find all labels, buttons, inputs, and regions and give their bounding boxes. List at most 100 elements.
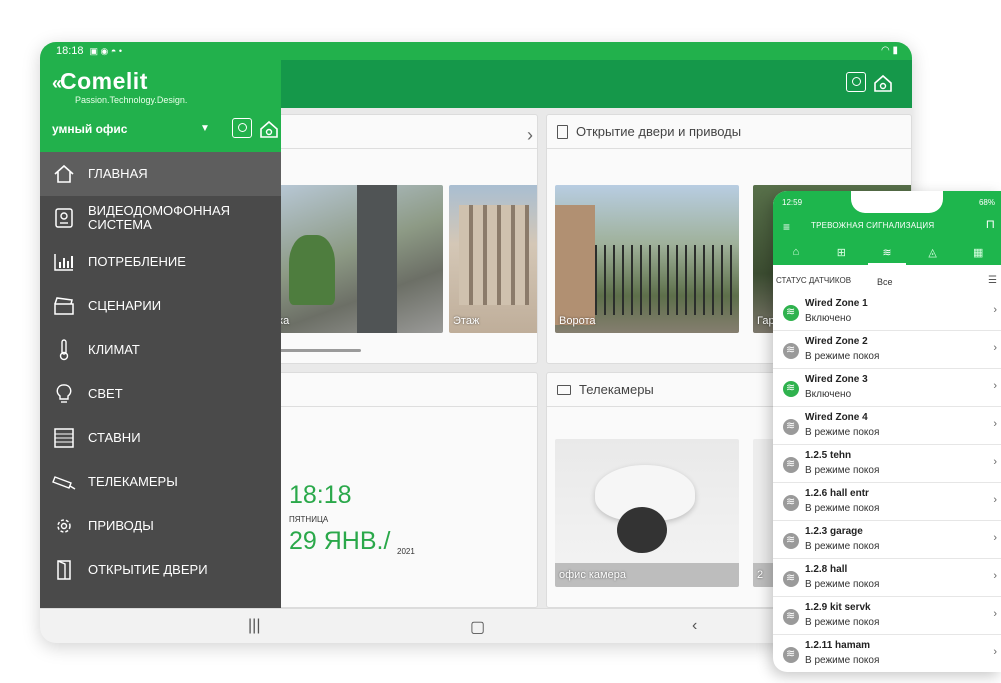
phone-screen: 12:59 68% ≡ ТРЕВОЖНАЯ СИГНАЛИЗАЦИЯ ⊓ ⌂ ⊞… [773,191,1001,672]
tab-grid-icon[interactable]: ⊞ [819,239,865,265]
zone-state: Включено [805,313,852,324]
tab-sensor-icon[interactable]: ≋ [864,239,910,265]
zone-row[interactable]: Wired Zone 1 Включено › [773,293,1001,331]
chevron-right-icon[interactable]: › [993,494,997,506]
zone-name: Wired Zone 3 [805,374,868,385]
drawer-item-drives[interactable]: ПРИВОДЫ [40,504,281,548]
intercom-icon [52,206,76,230]
tab-bell-icon[interactable]: ◬ [910,239,956,265]
camera-icon [557,384,571,395]
sensor-status-icon [783,495,799,511]
stage: 18:18 ▣ ◉ ◓ • ◠ ▮ › тка Этаж Открытие дв… [0,0,1001,683]
drawer-item-consumption[interactable]: ПОТРЕБЛЕНИЕ [40,240,281,284]
house-settings-icon[interactable] [872,72,894,94]
zone-name: Wired Zone 2 [805,336,868,347]
thumb-gate[interactable]: Ворота [555,185,739,333]
sensor-status-icon [783,381,799,397]
intercom-icon[interactable] [846,72,866,92]
chevron-right-icon[interactable]: › [993,342,997,354]
zone-name: 1.2.9 kit servk [805,602,871,613]
drawer-item-intercom[interactable]: ВИДЕОДОМОФОННАЯ СИСТЕМА [40,196,281,240]
zone-row[interactable]: 1.2.6 hall entr В режиме покоя › [773,483,1001,521]
drawer-item-home[interactable]: ГЛАВНАЯ [40,152,281,196]
phone-tabs: ⌂ ⊞ ≋ ◬ ▦ [773,239,1001,265]
zone-row[interactable]: 1.2.3 garage В режиме покоя › [773,521,1001,559]
zone-name: 1.2.6 hall entr [805,488,869,499]
clock-weekday: ПЯТНИЦА [289,515,329,524]
thumb-label: 2 [757,569,764,581]
thumb-floor[interactable]: Этаж [449,185,537,333]
drawer-item-light[interactable]: СВЕТ [40,372,281,416]
chevron-right-icon[interactable]: › [993,532,997,544]
wifi-battery-icon: ◠ ▮ [880,45,898,56]
tab-calendar-icon[interactable]: ▦ [955,239,1001,265]
filter-icon[interactable]: ☰ [988,275,997,286]
sensor-status-icon [783,457,799,473]
back-icon[interactable]: ‹ [692,617,697,635]
chart-icon [52,250,76,274]
zone-state: В режиме покоя [805,541,880,552]
zone-row[interactable]: 1.2.5 tehn В режиме покоя › [773,445,1001,483]
card-doors-title: Открытие двери и приводы [576,124,742,139]
zone-row[interactable]: Wired Zone 3 Включено › [773,369,1001,407]
hamburger-menu-icon[interactable]: ≡ [783,220,790,234]
intercom-icon[interactable] [232,118,252,138]
card-cams-title: Телекамеры [579,382,654,397]
chevron-right-icon[interactable]: › [993,304,997,316]
drawer-item-door-opening[interactable]: ОТКРЫТИЕ ДВЕРИ [40,548,281,592]
notification-icons: ▣ ◉ ◓ • [89,45,122,56]
door-icon [52,558,76,582]
comelit-logo: «Comelit [52,68,148,94]
door-icon [557,124,568,139]
zone-row[interactable]: Wired Zone 4 В режиме покоя › [773,407,1001,445]
zone-state: В режиме покоя [805,655,880,666]
bulb-icon [52,382,76,406]
house-settings-icon[interactable] [258,118,280,140]
zone-row[interactable]: 1.2.8 hall В режиме покоя › [773,559,1001,597]
chevron-right-icon[interactable]: › [993,418,997,430]
home-nav-icon[interactable]: ▢ [470,617,485,637]
phone-notch [851,191,943,213]
thumb-entrance[interactable]: тка [269,185,443,333]
filter-label: СТАТУС ДАТЧИКОВ [776,276,852,285]
drawer-item-cameras[interactable]: ТЕЛЕКАМЕРЫ [40,460,281,504]
shutter-icon [52,426,76,450]
sensor-status-icon [783,609,799,625]
thumb-office-camera[interactable]: офис камера [555,439,739,587]
chevron-right-icon[interactable]: › [993,456,997,468]
drawer-item-shutters[interactable]: СТАВНИ [40,416,281,460]
office-selector[interactable]: умный офис [52,122,127,136]
recents-icon[interactable]: ||| [248,617,260,635]
zone-row[interactable]: 1.2.11 hamam В режиме покоя › [773,635,1001,672]
zone-name: 1.2.3 garage [805,526,863,537]
tab-lock-icon[interactable]: ⌂ [773,239,819,265]
gear-icon [52,514,76,538]
caret-down-icon[interactable]: ▼ [200,123,210,134]
thumb-label: Ворота [559,315,596,327]
camera-icon [52,470,76,494]
scroll-indicator [269,349,361,352]
zone-row[interactable]: Wired Zone 2 В режиме покоя › [773,331,1001,369]
sensor-status-icon [783,647,799,663]
chevron-right-icon[interactable]: › [993,380,997,392]
home-icon [52,162,76,186]
clock-time: 18:18 [289,481,352,509]
zone-row[interactable]: 1.2.9 kit servk В режиме покоя › [773,597,1001,635]
filter-value[interactable]: Все [877,277,893,287]
lock-icon[interactable]: ⊓ [986,217,995,231]
clock-year: 2021 [397,547,415,556]
drawer-item-scenarios[interactable]: СЦЕНАРИИ [40,284,281,328]
chevron-right-icon[interactable]: › [993,608,997,620]
thumb-label: Гар [757,315,775,327]
tablet-status-bar: 18:18 ▣ ◉ ◓ • ◠ ▮ [40,42,912,60]
chevron-right-icon[interactable]: › [993,646,997,658]
zone-name: Wired Zone 1 [805,298,868,309]
sensor-status-icon [783,533,799,549]
brand-tagline: Passion.Technology.Design. [75,95,188,105]
sensor-filter-bar: СТАТУС ДАТЧИКОВ Все ☰ [773,265,1001,293]
chevron-right-icon[interactable]: › [527,125,533,146]
chevron-right-icon[interactable]: › [993,570,997,582]
drawer-item-climate[interactable]: КЛИМАТ [40,328,281,372]
tablet-status-time: 18:18 [56,45,84,57]
sensor-status-icon [783,571,799,587]
